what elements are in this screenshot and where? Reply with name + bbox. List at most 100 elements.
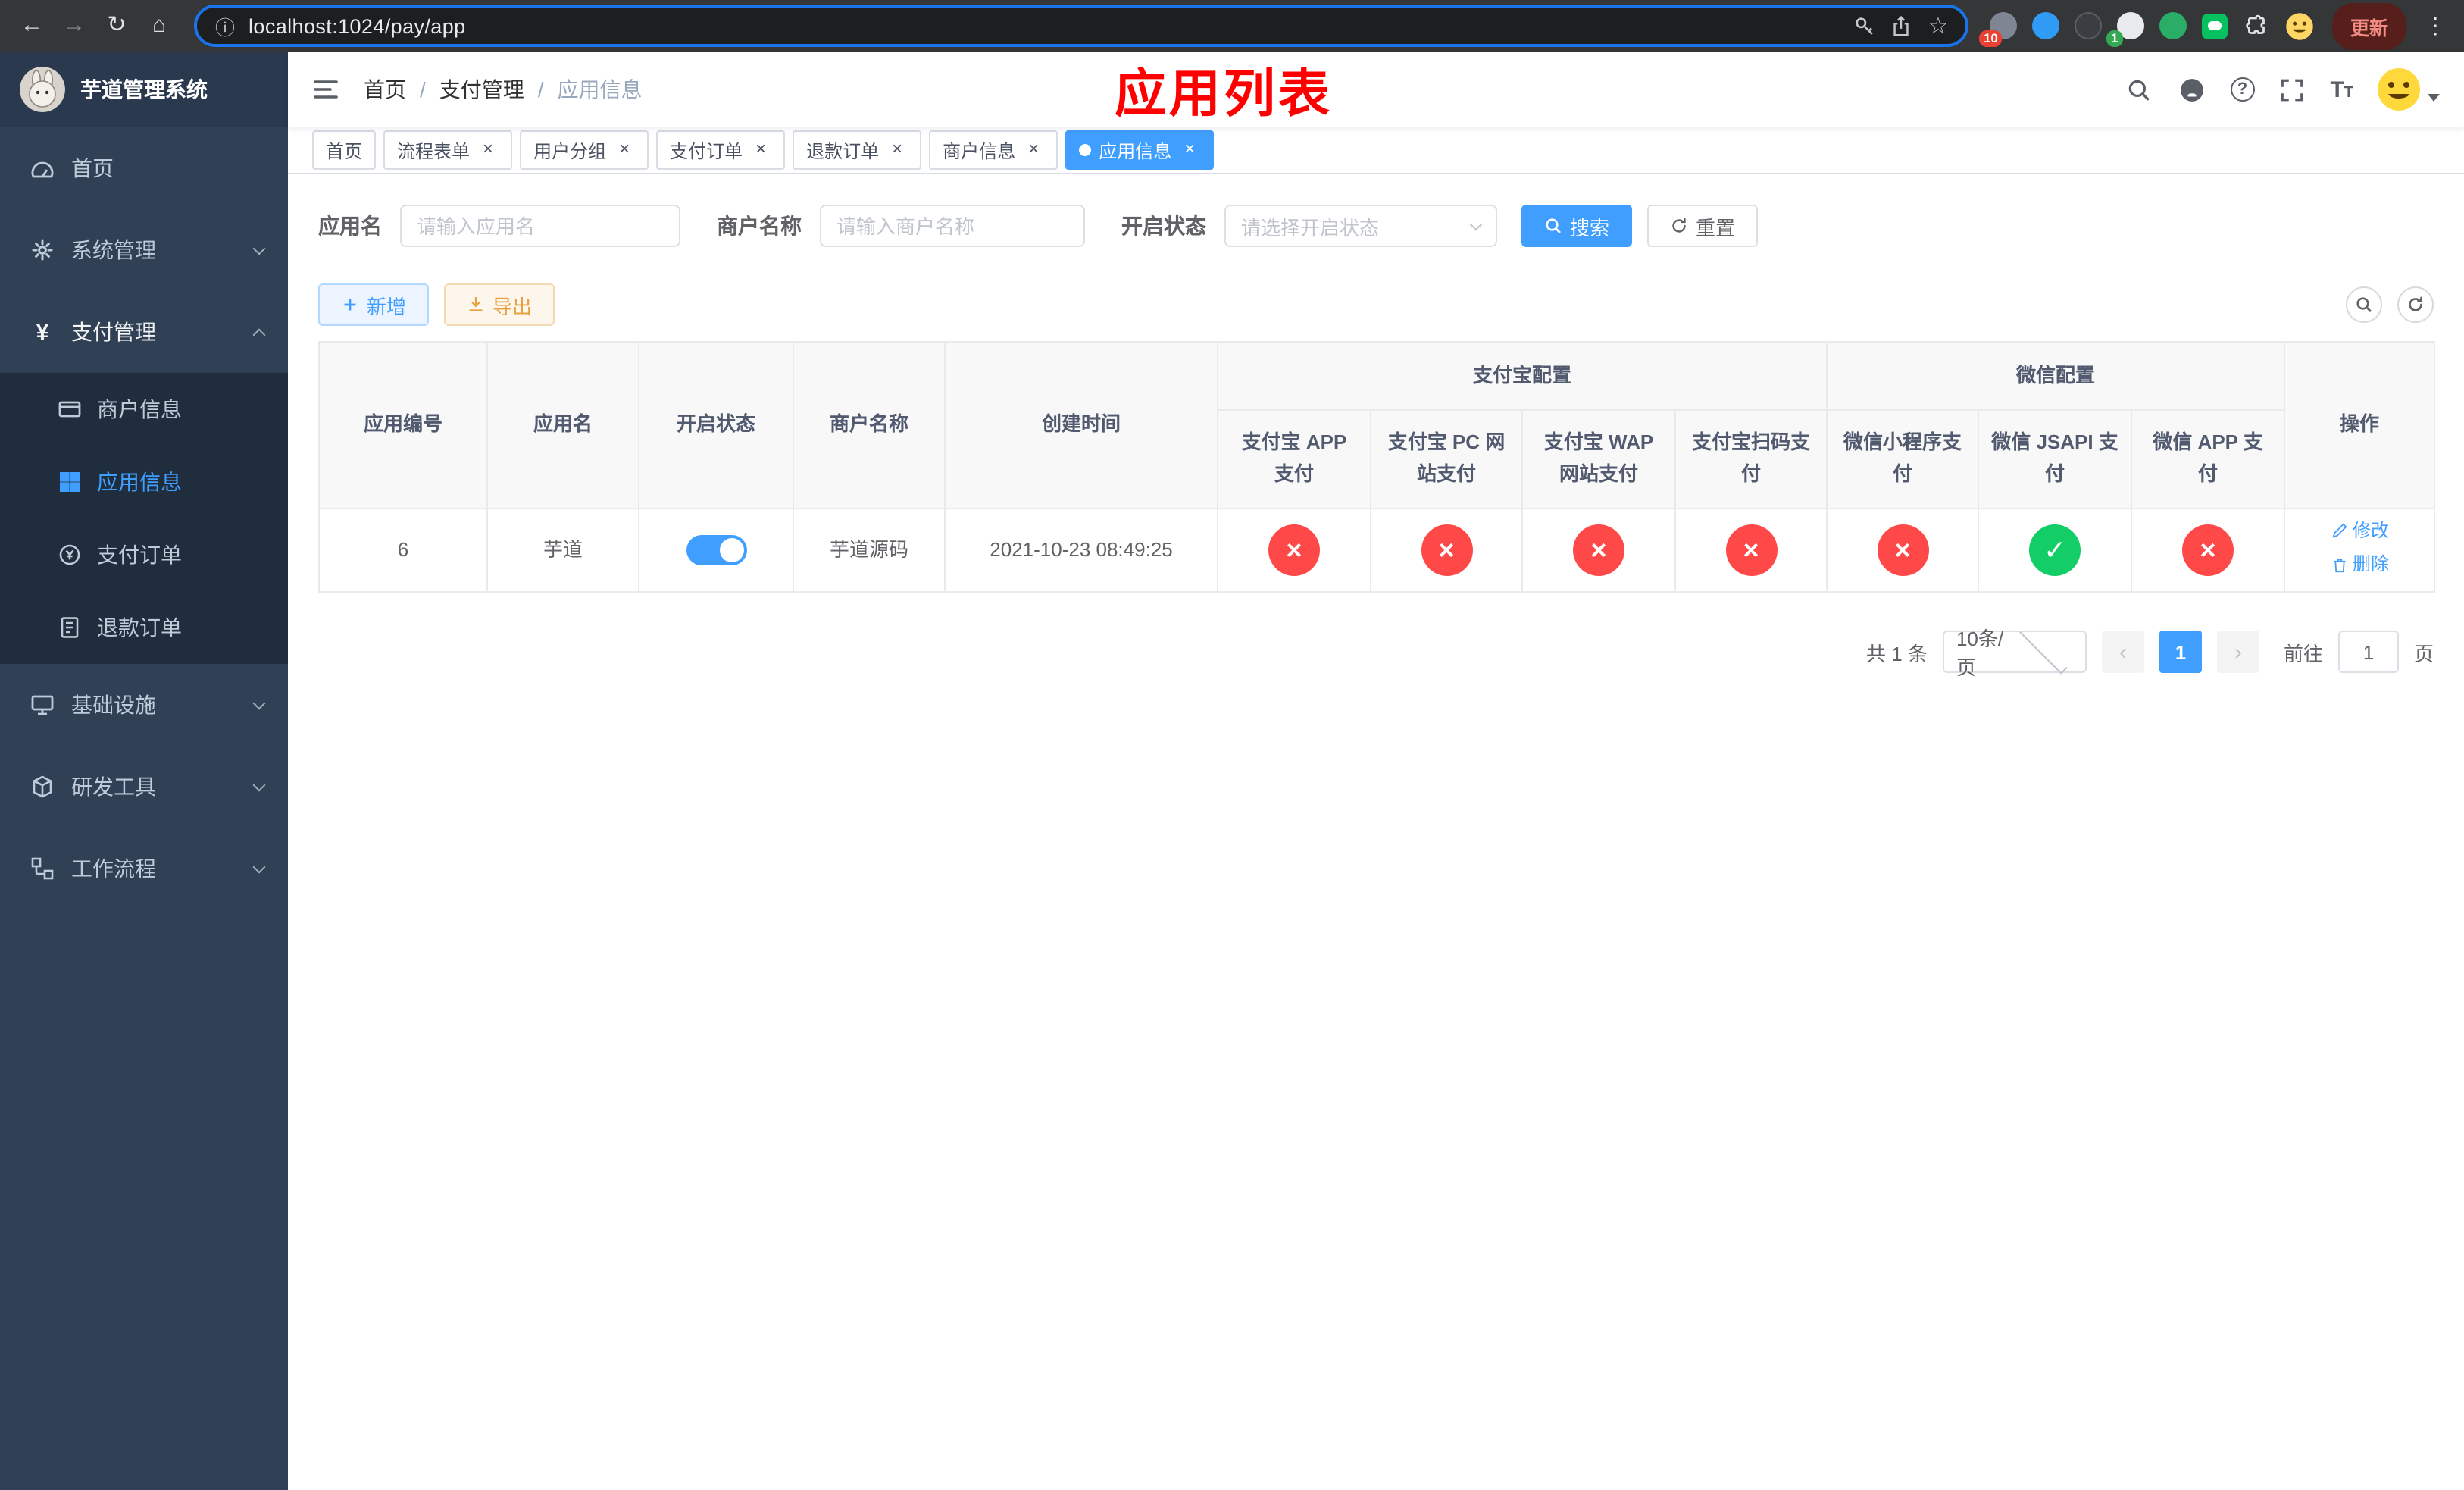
button-label: 搜索 [1570,216,1610,239]
wx-app-status-icon: × [2182,524,2234,576]
payment-submenu: 商户信息 应用信息 支付订单 退款订单 [0,373,288,664]
toggle-search-button[interactable] [2346,286,2382,323]
wx-jsapi-status-icon: ✓ [2029,524,2081,576]
site-info-icon[interactable]: ⓘ [215,11,235,40]
sidebar-item-app-info[interactable]: 应用信息 [0,446,288,518]
page-size-value: 10条/页 [1956,628,2004,679]
sidebar-item-label: 退款订单 [97,615,182,640]
status-toggle[interactable] [686,535,746,566]
navbar-actions: ? TT [2124,67,2440,112]
button-label: 导出 [492,295,533,318]
extension-icon-5[interactable] [2153,6,2193,45]
sidebar-item-system[interactable]: 系统管理 [0,209,288,291]
extension-icon-1[interactable]: 10 [1978,6,2023,47]
browser-forward-button[interactable]: → [55,6,94,45]
alipay-qr-status-icon: × [1725,524,1777,576]
tab-merchant-info[interactable]: 商户信息 × [929,130,1058,170]
column-group-alipay: 支付宝配置 [1216,341,1828,411]
extension-icon-2[interactable] [2026,6,2065,45]
close-icon[interactable]: × [1023,139,1044,161]
add-button[interactable]: 新增 [318,283,430,326]
plus-icon [344,299,356,311]
extension-badge: 1 [2106,30,2123,47]
browser-back-button[interactable]: ← [12,6,52,45]
reset-button[interactable]: 重置 [1647,205,1759,247]
bookmark-star-icon[interactable]: ☆ [1920,8,1956,44]
column-header-merchant: 商户名称 [793,341,946,509]
tab-app-info-active[interactable]: 应用信息 × [1065,130,1215,170]
refresh-icon [2409,296,2422,311]
sidebar-item-dev-tools[interactable]: 研发工具 [0,746,288,828]
sidebar-item-home[interactable]: 首页 [0,127,288,209]
close-icon[interactable]: × [614,139,635,161]
status-select[interactable]: 请选择开启状态 [1224,205,1497,247]
hamburger-icon[interactable] [312,76,339,103]
browser-menu-kebab-icon[interactable]: ⋮ [2419,12,2452,39]
column-header-app-name: 应用名 [486,341,639,509]
breadcrumb-item[interactable]: 首页 [364,74,406,105]
page-size-select[interactable]: 10条/页 [1942,625,2087,679]
pagination-total: 共 1 条 [1866,642,1928,665]
sidebar-item-infra[interactable]: 基础设施 [0,664,288,746]
column-header-alipay-app: 支付宝 APP 支付 [1217,409,1371,509]
close-icon[interactable]: × [1179,139,1200,161]
sidebar-item-pay-order[interactable]: 支付订单 [0,518,288,591]
extension-icon-4[interactable]: 1 [2106,6,2150,47]
button-label: 重置 [1696,216,1736,239]
cell-app-id: 6 [318,508,488,593]
url-bar[interactable]: ⓘ localhost:1024/pay/app ☆ [194,5,1968,47]
close-icon[interactable]: × [886,139,908,161]
app-name-input[interactable] [400,205,680,247]
next-page-button[interactable]: › [2216,631,2259,673]
chevron-down-icon [2428,93,2440,101]
delete-link[interactable]: 删除 [2330,550,2389,579]
help-question-icon[interactable]: ? [2230,77,2255,102]
chevron-down-icon [252,859,266,873]
column-header-status: 开启状态 [638,341,794,509]
share-icon[interactable] [1884,8,1920,44]
tab-refund-order[interactable]: 退款订单 × [793,130,922,170]
sidebar-item-refund-order[interactable]: 退款订单 [0,591,288,664]
sidebar-item-merchant-info[interactable]: 商户信息 [0,373,288,446]
sidebar-item-payment[interactable]: ¥ 支付管理 [0,291,288,373]
font-size-icon[interactable]: TT [2330,77,2353,102]
prev-page-button[interactable]: ‹ [2101,631,2144,673]
goto-page-input[interactable] [2337,631,2399,673]
fullscreen-icon[interactable] [2277,74,2307,105]
wx-lite-status-icon: × [1877,524,1929,576]
pay-order-icon [59,544,80,565]
github-icon[interactable] [2177,74,2207,105]
credit-card-icon [58,401,81,418]
extension-icon-6[interactable] [2196,6,2235,45]
tab-process-form[interactable]: 流程表单 × [383,130,513,170]
chevron-up-icon [252,327,266,341]
sidebar-item-label: 研发工具 [71,775,156,799]
alipay-app-status-icon: × [1268,524,1320,576]
password-key-icon[interactable] [1847,8,1884,44]
browser-home-button[interactable]: ⌂ [139,6,179,45]
app-logo-row[interactable]: 芋道管理系统 [0,52,288,127]
search-icon[interactable] [2124,74,2154,105]
profile-avatar-icon[interactable] [2281,6,2320,45]
url-text: localhost:1024/pay/app [249,14,466,37]
user-avatar[interactable] [2376,67,2440,112]
tab-home[interactable]: 首页 [312,130,377,170]
extensions-puzzle-icon[interactable] [2238,6,2278,45]
browser-reload-button[interactable]: ↻ [97,6,136,45]
refresh-table-button[interactable] [2397,286,2434,323]
merchant-name-input[interactable] [820,205,1085,247]
tab-user-group[interactable]: 用户分组 × [520,130,649,170]
export-button[interactable]: 导出 [444,283,555,326]
tab-pay-order[interactable]: 支付订单 × [656,130,786,170]
column-header-wx-lite: 微信小程序支付 [1826,409,1980,509]
search-button[interactable]: 搜索 [1521,205,1633,247]
close-icon[interactable]: × [750,139,771,161]
breadcrumb-item[interactable]: 支付管理 [439,74,524,105]
close-icon[interactable]: × [477,139,499,161]
extension-icon-3[interactable] [2068,6,2108,45]
sidebar-item-workflow[interactable]: 工作流程 [0,828,288,909]
sidebar-item-label: 支付订单 [97,543,182,567]
edit-link[interactable]: 修改 [2330,516,2389,545]
browser-update-button[interactable]: 更新 [2331,2,2406,49]
page-number-current[interactable]: 1 [2159,631,2202,673]
